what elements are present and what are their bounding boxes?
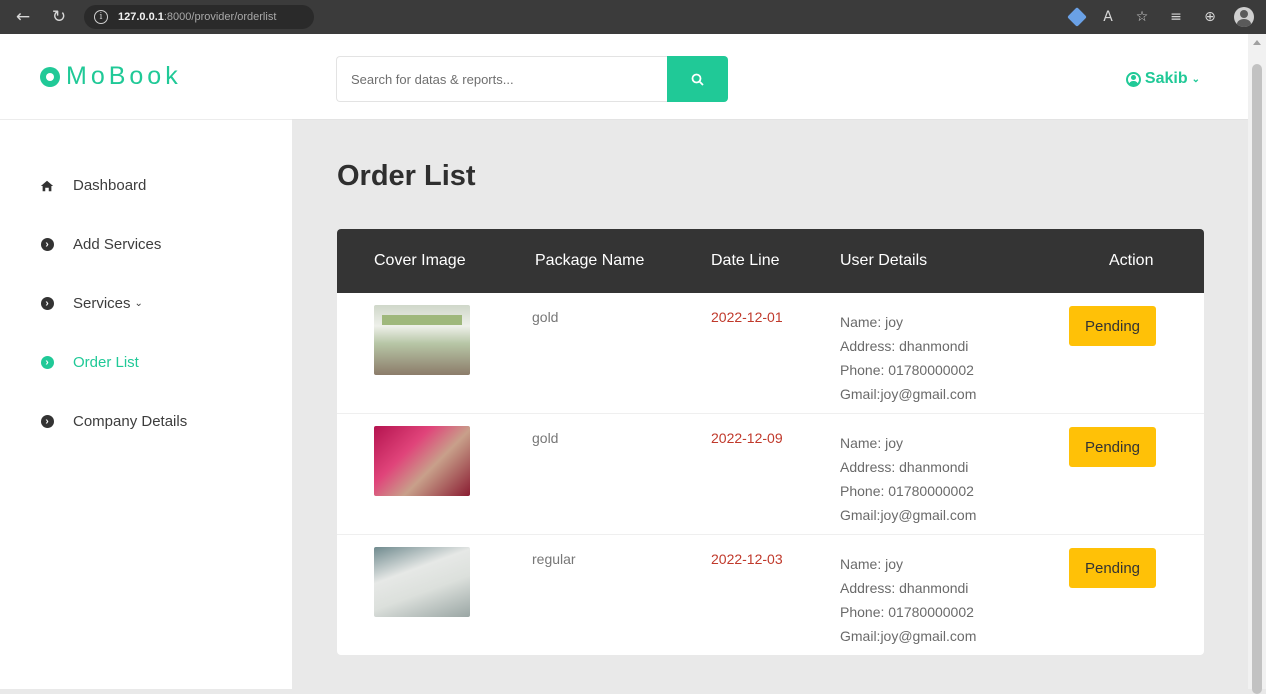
pending-button[interactable]: Pending bbox=[1069, 306, 1156, 346]
page-scrollbar[interactable] bbox=[1248, 34, 1266, 694]
favorites-star-icon[interactable]: ☆ bbox=[1132, 9, 1152, 25]
user-gmail-line: Gmail:joy@gmail.com bbox=[840, 507, 977, 523]
order-table: Cover Image Package Name Date Line User … bbox=[337, 229, 1204, 655]
sidebar-item-label: Add Services bbox=[73, 236, 162, 253]
user-name-line: Name: joy bbox=[840, 314, 904, 330]
user-name-line: Name: joy bbox=[840, 435, 904, 451]
address-bar[interactable]: i 127.0.0.1:8000/provider/orderlist bbox=[84, 5, 314, 29]
user-gmail-line: Gmail:joy@gmail.com bbox=[840, 386, 977, 402]
sidebar-item-label: Company Details bbox=[73, 413, 188, 430]
circle-chevron-icon: › bbox=[40, 415, 54, 429]
user-phone-line: Phone: 01780000002 bbox=[840, 604, 974, 620]
search-input[interactable] bbox=[336, 56, 667, 102]
url-host: 127.0.0.1 bbox=[118, 11, 164, 23]
wedding-stage-image bbox=[374, 305, 470, 375]
browser-toolbar: ← ↻ i 127.0.0.1:8000/provider/orderlist … bbox=[0, 0, 1266, 34]
chevron-down-icon: ⌄ bbox=[134, 298, 143, 309]
search-button[interactable] bbox=[667, 56, 728, 102]
sidebar-menu: Dashboard › Add Services › Services ⌄ › … bbox=[0, 120, 292, 451]
sidebar-item-label: Dashboard bbox=[73, 177, 147, 194]
pending-button[interactable]: Pending bbox=[1069, 548, 1156, 588]
user-details: Name: joy Address: dhanmondi Phone: 0178… bbox=[840, 310, 976, 406]
site-info-icon[interactable]: i bbox=[94, 10, 108, 24]
sidebar-item-label: Services bbox=[73, 295, 131, 312]
sidebar-item-add-services[interactable]: › Add Services bbox=[0, 215, 292, 274]
circle-chevron-icon: › bbox=[40, 356, 54, 370]
read-aloud-icon[interactable]: A bbox=[1098, 9, 1118, 25]
column-header-user-details: User Details bbox=[840, 252, 928, 269]
user-phone-line: Phone: 01780000002 bbox=[840, 483, 974, 499]
sidebar-item-services[interactable]: › Services ⌄ bbox=[0, 274, 292, 333]
logo[interactable]: MoBook bbox=[0, 34, 292, 120]
column-header-package-name: Package Name bbox=[535, 252, 645, 269]
user-name: Sakib bbox=[1144, 70, 1188, 87]
chevron-down-icon: ⌄ bbox=[1191, 73, 1200, 85]
date-line: 2022-12-09 bbox=[711, 430, 783, 446]
pending-button[interactable]: Pending bbox=[1069, 427, 1156, 467]
user-address-line: Address: dhanmondi bbox=[840, 338, 969, 354]
user-details: Name: joy Address: dhanmondi Phone: 0178… bbox=[840, 431, 976, 527]
user-address-line: Address: dhanmondi bbox=[840, 580, 969, 596]
package-name: gold bbox=[532, 430, 559, 446]
scroll-up-arrow-icon[interactable] bbox=[1253, 40, 1261, 45]
sidebar-item-label: Order List bbox=[73, 354, 139, 371]
banquet-table-image bbox=[374, 547, 470, 617]
table-header: Cover Image Package Name Date Line User … bbox=[337, 229, 1204, 293]
table-row: gold 2022-12-09 Name: joy Address: dhanm… bbox=[337, 414, 1204, 535]
url-path: :8000/provider/orderlist bbox=[163, 11, 277, 23]
back-arrow-icon[interactable]: ← bbox=[10, 7, 36, 27]
table-row: gold 2022-12-01 Name: joy Address: dhanm… bbox=[337, 293, 1204, 414]
sidebar-item-order-list[interactable]: › Order List bbox=[0, 333, 292, 392]
profile-icon[interactable] bbox=[1234, 7, 1254, 27]
user-name-line: Name: joy bbox=[840, 556, 904, 572]
user-address-line: Address: dhanmondi bbox=[840, 459, 969, 475]
top-header: Sakib ⌄ bbox=[292, 34, 1248, 120]
column-header-date-line: Date Line bbox=[711, 252, 780, 269]
extension-tag-icon[interactable] bbox=[1067, 7, 1087, 27]
favorites-list-icon[interactable]: ≡ bbox=[1166, 9, 1186, 25]
sidebar-item-dashboard[interactable]: Dashboard bbox=[0, 156, 292, 215]
logo-text: MoBook bbox=[66, 62, 182, 90]
home-icon bbox=[40, 179, 54, 193]
scrollbar-thumb[interactable] bbox=[1252, 64, 1262, 694]
collections-icon[interactable]: ⊕ bbox=[1200, 9, 1220, 25]
circle-chevron-icon: › bbox=[40, 238, 54, 252]
user-gmail-line: Gmail:joy@gmail.com bbox=[840, 628, 977, 644]
user-details: Name: joy Address: dhanmondi Phone: 0178… bbox=[840, 552, 976, 648]
column-header-action: Action bbox=[1109, 252, 1154, 269]
date-line: 2022-12-03 bbox=[711, 551, 783, 567]
date-line: 2022-12-01 bbox=[711, 309, 783, 325]
page-title: Order List bbox=[337, 160, 476, 192]
bride-groom-image bbox=[374, 426, 470, 496]
column-header-cover-image: Cover Image bbox=[374, 252, 466, 269]
sidebar: MoBook Dashboard › Add Services › Servic… bbox=[0, 34, 292, 689]
reload-icon[interactable]: ↻ bbox=[46, 7, 72, 27]
table-row: regular 2022-12-03 Name: joy Address: dh… bbox=[337, 535, 1204, 655]
package-name: gold bbox=[532, 309, 559, 325]
sidebar-item-company-details[interactable]: › Company Details bbox=[0, 392, 292, 451]
search-icon bbox=[691, 73, 704, 86]
user-phone-line: Phone: 01780000002 bbox=[840, 362, 974, 378]
browser-actions: A ☆ ≡ ⊕ bbox=[1067, 7, 1266, 27]
user-menu[interactable]: Sakib ⌄ bbox=[1125, 70, 1200, 88]
user-circle-icon bbox=[1125, 71, 1141, 87]
circle-chevron-icon: › bbox=[40, 297, 54, 311]
logo-icon bbox=[40, 66, 60, 87]
package-name: regular bbox=[532, 551, 576, 567]
